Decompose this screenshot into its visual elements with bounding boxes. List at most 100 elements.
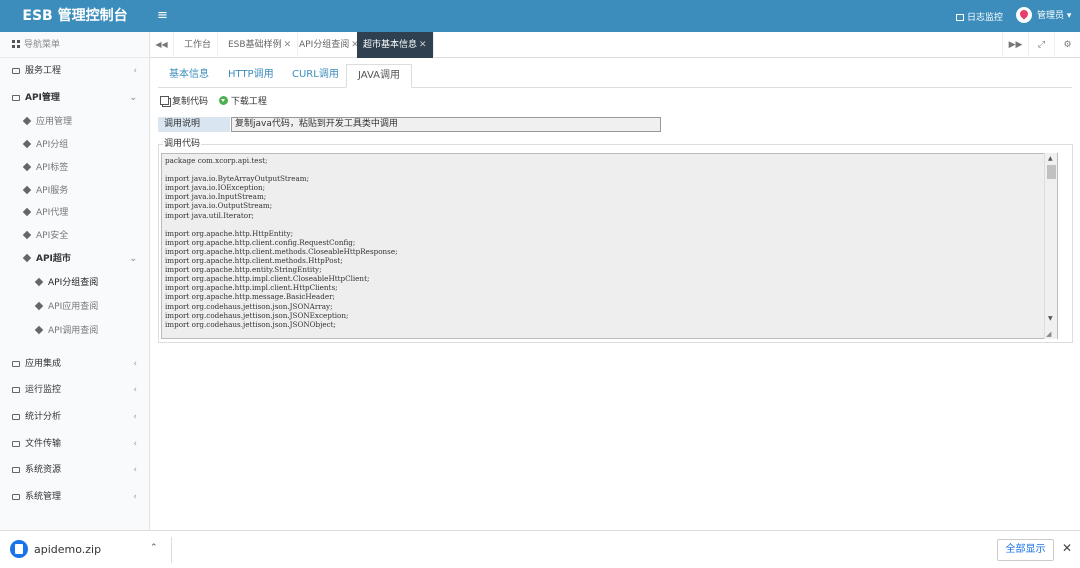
tag-icon: [22, 162, 32, 172]
folder-icon: [12, 440, 20, 447]
close-icon[interactable]: ✕: [284, 40, 292, 50]
sidebar-item-api-security[interactable]: API安全: [0, 225, 149, 248]
tab-api-group-browse[interactable]: API分组查阅 ✕: [293, 32, 366, 58]
tag-icon: [22, 139, 32, 149]
sidebar-item-file-transfer[interactable]: 文件传输 ‹: [0, 431, 149, 458]
sidebar-item-statistics[interactable]: 统计分析 ‹: [0, 404, 149, 431]
chevron-left-icon: ‹: [133, 66, 137, 76]
resize-handle-icon[interactable]: ◢: [1046, 330, 1051, 338]
tab-basic-info[interactable]: 基本信息: [158, 64, 220, 88]
sidebar-item-api-management[interactable]: API管理 ⌄: [0, 85, 149, 112]
sidebar-item-system-resource[interactable]: 系统资源 ‹: [0, 457, 149, 484]
folder-icon: [12, 360, 20, 367]
download-project-button[interactable]: 下载工程: [218, 95, 267, 109]
sidebar-item-api-group-browse[interactable]: API分组查阅: [0, 271, 149, 295]
copy-code-button[interactable]: 复制代码: [160, 95, 208, 109]
page-tabs-bar: ◀◀ 工作台 ESB基础样例 ✕ API分组查阅 ✕ 超市基本信息 ✕ ▶▶ ⤢ ⚙: [150, 32, 1080, 58]
sidebar-item-app-management[interactable]: 应用管理: [0, 111, 149, 134]
folder-icon: [12, 387, 20, 394]
chevron-left-icon: ‹: [133, 465, 137, 476]
tag-icon: [34, 277, 44, 287]
download-bar: apidemo.zip ⌃ 全部显示 ✕: [0, 530, 1080, 568]
log-monitor-label: 日志监控: [967, 13, 1004, 23]
monitor-icon: [956, 14, 964, 21]
code-textarea[interactable]: package com.xcorp.api.test; import java.…: [161, 153, 1058, 339]
sidebar-item-system-management[interactable]: 系统管理 ‹: [0, 484, 149, 511]
folder-icon: [12, 467, 20, 474]
tab-market-basic-info[interactable]: 超市基本信息 ✕: [357, 32, 434, 58]
tag-icon: [22, 253, 32, 263]
call-code-legend: 调用代码: [163, 139, 202, 150]
show-all-button[interactable]: 全部显示: [997, 539, 1054, 561]
folder-icon: [12, 68, 20, 74]
sidebar-item-api-market[interactable]: API超市 ⌄: [0, 248, 149, 271]
sidebar-item-app-integration[interactable]: 应用集成 ‹: [0, 351, 149, 378]
folder-icon: [12, 94, 20, 101]
call-description-row: 调用说明 复制java代码，粘贴到开发工具类中调用: [158, 117, 662, 132]
tabs-back-icon[interactable]: ◀◀: [150, 32, 174, 58]
scroll-thumb[interactable]: [1047, 165, 1056, 179]
tab-java-call[interactable]: JAVA调用: [346, 64, 413, 88]
sidebar-item-api-service[interactable]: API服务: [0, 180, 149, 203]
tag-icon: [34, 301, 44, 311]
log-monitor-link[interactable]: 日志监控: [956, 10, 1003, 23]
downloaded-file[interactable]: apidemo.zip: [10, 540, 101, 560]
sidebar-item-api-proxy[interactable]: API代理: [0, 202, 149, 225]
call-code-fieldset: 调用代码 package com.xcorp.api.test; import …: [158, 139, 1073, 343]
download-icon: [218, 96, 228, 105]
fullscreen-icon[interactable]: ⤢: [1028, 32, 1054, 58]
divider: [171, 537, 172, 563]
close-icon[interactable]: ✕: [1062, 541, 1072, 555]
copy-icon: [160, 96, 169, 105]
tabs-forward-icon[interactable]: ▶▶: [1002, 32, 1028, 58]
sidebar-title: 导航菜单: [0, 32, 149, 58]
code-scrollbar[interactable]: ▲ ▼: [1044, 153, 1057, 339]
chevron-left-icon: ‹: [133, 438, 137, 449]
sidebar-item-run-monitor[interactable]: 运行监控 ‹: [0, 377, 149, 404]
close-icon[interactable]: ✕: [419, 40, 427, 50]
grid-icon: [12, 40, 20, 48]
chevron-left-icon: ‹: [133, 358, 137, 369]
top-header: ESB 管理控制台 ≡ 日志监控 管理员 ▾: [0, 0, 1080, 32]
code-actions: 复制代码 下载工程: [160, 95, 275, 109]
sidebar-item-api-group[interactable]: API分组: [0, 134, 149, 157]
sidebar-item-service-project[interactable]: 服务工程 ‹: [0, 58, 149, 85]
caret-down-icon: ▾: [1066, 11, 1072, 21]
sidebar-item-api-call-browse[interactable]: API调用查阅: [0, 319, 149, 343]
chevron-down-icon: ⌄: [129, 253, 137, 264]
tab-esb-sample[interactable]: ESB基础样例 ✕: [222, 32, 299, 58]
scroll-down-icon[interactable]: ▼: [1048, 315, 1053, 322]
menu-toggle-icon[interactable]: ≡: [157, 8, 168, 23]
folder-icon: [12, 413, 20, 420]
tag-icon: [34, 325, 44, 335]
chevron-left-icon: ‹: [133, 491, 137, 502]
tab-http-call[interactable]: HTTP调用: [217, 64, 285, 88]
chevron-left-icon: ‹: [133, 385, 137, 396]
call-description-label: 调用说明: [158, 117, 230, 132]
chevron-left-icon: ‹: [133, 411, 137, 422]
chevron-up-icon[interactable]: ⌃: [150, 543, 158, 553]
user-menu[interactable]: 管理员 ▾: [1016, 7, 1071, 23]
gear-icon[interactable]: ⚙: [1054, 32, 1080, 58]
sidebar-item-api-tag[interactable]: API标签: [0, 157, 149, 180]
sidebar: 导航菜单 服务工程 ‹ API管理 ⌄ 应用管理 API分组 API标签 API…: [0, 32, 150, 530]
chevron-down-icon: ⌄: [129, 92, 137, 103]
tag-icon: [22, 116, 32, 126]
tab-curl-call[interactable]: CURL调用: [281, 64, 350, 88]
avatar: [1016, 7, 1032, 23]
app-title[interactable]: ESB 管理控制台: [0, 0, 150, 32]
code-text: package com.xcorp.api.test; import java.…: [165, 156, 398, 329]
call-method-tabs: 基本信息 HTTP调用 CURL调用 JAVA调用: [158, 64, 1072, 88]
user-name: 管理员: [1037, 11, 1065, 21]
scroll-up-icon[interactable]: ▲: [1048, 155, 1053, 162]
tag-icon: [22, 185, 32, 194]
tag-icon: [22, 208, 32, 217]
sidebar-item-api-app-browse[interactable]: API应用查阅: [0, 295, 149, 319]
tag-icon: [22, 230, 32, 240]
folder-icon: [12, 493, 20, 500]
tab-workbench[interactable]: 工作台: [178, 32, 219, 58]
downloaded-file-name: apidemo.zip: [34, 543, 102, 556]
file-icon: [10, 540, 28, 558]
call-description-value: 复制java代码，粘贴到开发工具类中调用: [231, 117, 661, 132]
